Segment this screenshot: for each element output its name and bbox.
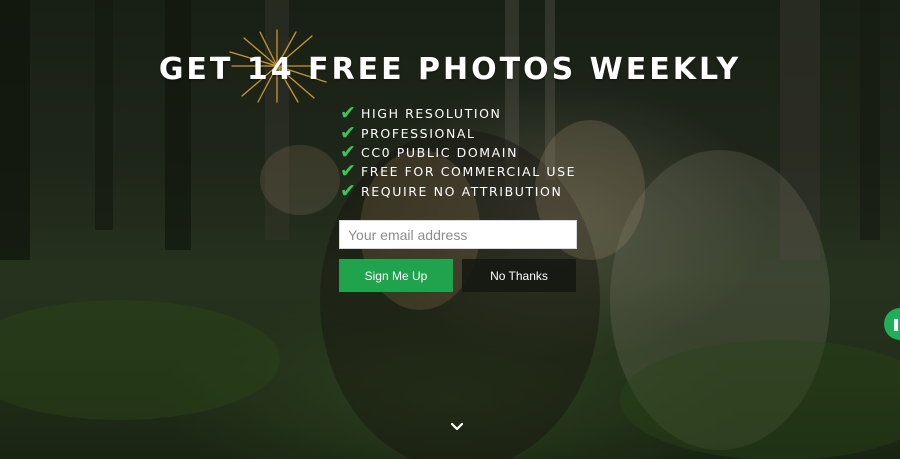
- chat-icon[interactable]: ❚: [884, 308, 900, 340]
- checkmark-icon: ✔: [340, 121, 358, 144]
- sign-up-button[interactable]: Sign Me Up: [339, 259, 453, 292]
- checkmark-icon: ✔: [340, 160, 358, 183]
- list-item: ✔ PROFESSIONAL: [340, 123, 576, 142]
- hero-section: GET 14 FREE PHOTOS WEEKLY ✔ HIGH RESOLUT…: [0, 0, 900, 459]
- checkmark-icon: ✔: [340, 102, 358, 125]
- feature-label: PROFESSIONAL: [361, 125, 476, 141]
- feature-label: CC0 PUBLIC DOMAIN: [361, 144, 519, 160]
- list-item: ✔ CC0 PUBLIC DOMAIN: [340, 140, 576, 163]
- page-title: GET 14 FREE PHOTOS WEEKLY: [158, 52, 742, 87]
- checkmark-icon: ✔: [340, 179, 358, 202]
- feature-label: HIGH RESOLUTION: [361, 106, 502, 122]
- list-item: ✔ FREE FOR COMMERCIAL USE: [340, 162, 576, 181]
- list-item: ✔ HIGH RESOLUTION: [340, 104, 576, 123]
- feature-label: REQUIRE NO ATTRIBUTION: [361, 183, 563, 199]
- feature-label: FREE FOR COMMERCIAL USE: [361, 164, 577, 180]
- feature-list: ✔ HIGH RESOLUTION ✔ PROFESSIONAL ✔ CC0 P…: [340, 104, 576, 201]
- no-thanks-button[interactable]: No Thanks: [462, 259, 576, 292]
- list-item: ✔ REQUIRE NO ATTRIBUTION: [340, 179, 576, 202]
- chevron-down-icon[interactable]: [449, 421, 465, 433]
- email-input[interactable]: [339, 220, 577, 249]
- checkmark-icon: ✔: [340, 140, 358, 163]
